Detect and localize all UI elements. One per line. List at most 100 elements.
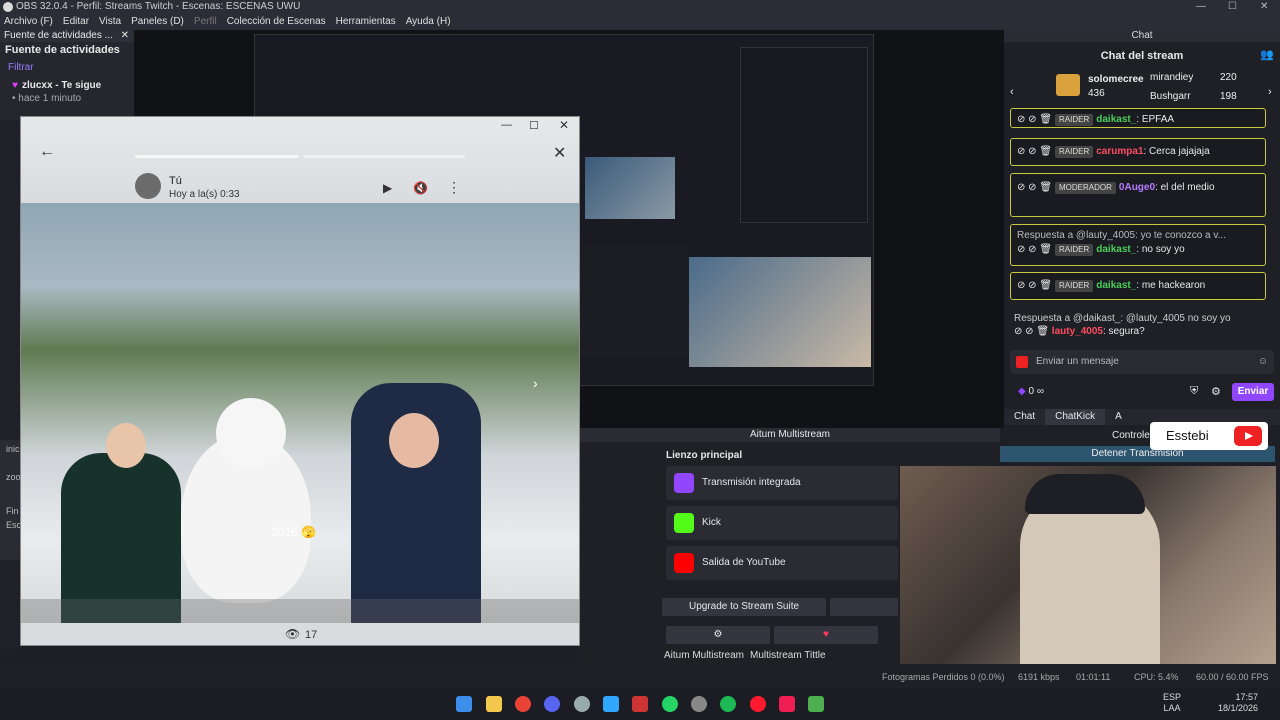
obs-icon[interactable]	[691, 696, 707, 712]
chat-user[interactable]: daikast_	[1096, 244, 1136, 255]
tiktok-icon[interactable]	[779, 696, 795, 712]
settings-button[interactable]: ⚙	[666, 626, 770, 644]
whatsapp-icon[interactable]	[662, 696, 678, 712]
send-button[interactable]: Enviar	[1232, 383, 1274, 401]
multistream-title: Aitum Multistream	[580, 428, 1000, 442]
video-icon	[1016, 356, 1028, 368]
scene-label[interactable]: Esc	[0, 516, 21, 530]
gift-icon	[1056, 74, 1080, 96]
spotify-icon[interactable]	[720, 696, 736, 712]
close-icon[interactable]: ✕	[1260, 0, 1268, 14]
gear-icon[interactable]: ⚙	[1211, 385, 1221, 398]
shield-icon[interactable]: ⛨	[1190, 385, 1198, 398]
taskbar: ESP LAA 17:57 18/1/2026	[0, 688, 1280, 720]
play-icon[interactable]: ▶	[383, 181, 392, 195]
story-progress-2	[303, 155, 465, 158]
minimize-icon[interactable]: —	[501, 119, 512, 131]
more-options-icon[interactable]: ⋮	[447, 179, 461, 196]
clock-time: 17:57	[1235, 692, 1258, 702]
image-viewer-window: — ☐ ✕ ← ✕ Tú Hoy a la(s) 0:33 ▶ 🔇 ⋮ 2016…	[20, 116, 580, 646]
nested-multistream	[579, 245, 689, 357]
chat-input[interactable]: Enviar un mensaje ☺	[1010, 350, 1274, 374]
tab-a[interactable]: A	[1105, 409, 1132, 425]
chat-user[interactable]: 0Auge0	[1119, 182, 1155, 193]
close-window-icon[interactable]: ✕	[559, 118, 569, 132]
mute-icon[interactable]: 🔇	[413, 181, 428, 195]
tab-chat[interactable]: Chat	[1004, 409, 1045, 425]
menu-ayuda[interactable]: Ayuda (H)	[406, 14, 451, 30]
chat-text: : EPFAA	[1136, 114, 1175, 125]
output-twitch[interactable]: Transmisión integrada	[666, 466, 898, 500]
chat-user[interactable]: daikast_	[1096, 280, 1136, 291]
blank-button[interactable]	[830, 598, 898, 616]
chat-user[interactable]: daikast_	[1096, 114, 1136, 125]
chat-text: : el del medio	[1155, 182, 1215, 193]
menu-perfil[interactable]: Perfil	[194, 14, 217, 30]
output-label: Transmisión integrada	[702, 477, 801, 488]
chevron-right-icon[interactable]: ›	[1268, 86, 1272, 98]
maximize-icon[interactable]: ☐	[529, 119, 539, 132]
close-icon[interactable]: ✕	[553, 143, 566, 163]
menu-editar[interactable]: Editar	[63, 14, 89, 30]
menu-herramientas[interactable]: Herramientas	[336, 14, 396, 30]
webcam-person	[1020, 486, 1160, 674]
chat-user[interactable]: lauty_4005	[1052, 326, 1103, 337]
twitch-icon	[674, 473, 694, 493]
author-name: Tú	[169, 175, 182, 187]
menu-coleccion[interactable]: Colección de Escenas	[227, 14, 326, 30]
leader-value: 198	[1220, 91, 1237, 102]
eye-icon: 👁	[285, 627, 301, 641]
photoshop-icon[interactable]	[603, 696, 619, 712]
activity-feed-dock: Fuente de actividades ... ✕ Fuente de ac…	[0, 30, 134, 120]
minimize-icon[interactable]: —	[1196, 0, 1206, 14]
emoji-icon[interactable]: ☺	[1258, 350, 1268, 374]
chat-message: Respuesta a @daikast_: @lauty_4005 no so…	[1014, 312, 1268, 338]
opera-icon[interactable]	[750, 696, 766, 712]
lang-variant: LAA	[1163, 703, 1181, 713]
app-icon[interactable]	[808, 696, 824, 712]
language-indicator[interactable]: ESP LAA	[1163, 692, 1181, 714]
clock[interactable]: 17:57 18/1/2026	[1218, 692, 1258, 714]
menu-vista[interactable]: Vista	[99, 14, 121, 30]
menu-archivo[interactable]: Archivo (F)	[4, 14, 53, 30]
scene-label[interactable]: zoo	[0, 458, 21, 482]
activity-action: - Te sigue	[55, 80, 102, 91]
discord-icon[interactable]	[544, 696, 560, 712]
fps: 60.00 / 60.00 FPS	[1196, 672, 1269, 682]
viewer-footer: 👁 17	[21, 623, 579, 645]
file-explorer-icon[interactable]	[486, 696, 502, 712]
tab-chatkick[interactable]: ChatKick	[1045, 409, 1106, 425]
cpu-usage: CPU: 5.4%	[1134, 672, 1179, 682]
chat-message: ⊘ ⊘ 🗑 RAIDER carumpa1: Cerca jajajaja	[1010, 138, 1266, 166]
users-icon[interactable]: 👥	[1260, 48, 1274, 61]
chevron-left-icon[interactable]: ‹	[1010, 86, 1014, 98]
chat-message: ⊘ ⊘ 🗑 RAIDER daikast_: EPFAA	[1010, 108, 1266, 128]
back-arrow-icon[interactable]: ←	[39, 143, 55, 161]
webcam-overlay	[900, 466, 1276, 674]
activity-user: zlucxx	[21, 80, 53, 91]
menu-paneles[interactable]: Paneles (D)	[131, 14, 184, 30]
points-value: 0	[1028, 386, 1035, 397]
output-kick[interactable]: Kick	[666, 506, 898, 540]
chat-title: Chat del stream	[1100, 50, 1184, 62]
viewer-header	[21, 117, 579, 203]
scene-label[interactable]: inic	[0, 440, 20, 458]
app-icon[interactable]	[632, 696, 648, 712]
maximize-icon[interactable]: ☐	[1228, 0, 1237, 14]
app-icon[interactable]	[574, 696, 590, 712]
record-button[interactable]: ♥	[774, 626, 878, 644]
tab-multistream-title[interactable]: Multistream Tittle	[750, 650, 826, 661]
scene-label[interactable]: Fin	[0, 482, 20, 516]
tab-aitum[interactable]: Aitum Multistream	[664, 650, 744, 661]
chrome-icon[interactable]	[515, 696, 531, 712]
youtube-icon	[674, 553, 694, 573]
raider-badge: RAIDER	[1055, 244, 1094, 256]
chat-user[interactable]: carumpa1	[1096, 146, 1143, 157]
close-icon[interactable]: ✕	[121, 30, 129, 42]
next-arrow-icon[interactable]: ›	[533, 375, 538, 391]
filter-button[interactable]: Filtrar	[0, 58, 134, 77]
output-youtube[interactable]: Salida de YouTube	[666, 546, 898, 580]
windows-start-icon[interactable]	[456, 696, 472, 712]
avatar[interactable]	[135, 173, 161, 199]
upgrade-button[interactable]: Upgrade to Stream Suite	[662, 598, 826, 616]
